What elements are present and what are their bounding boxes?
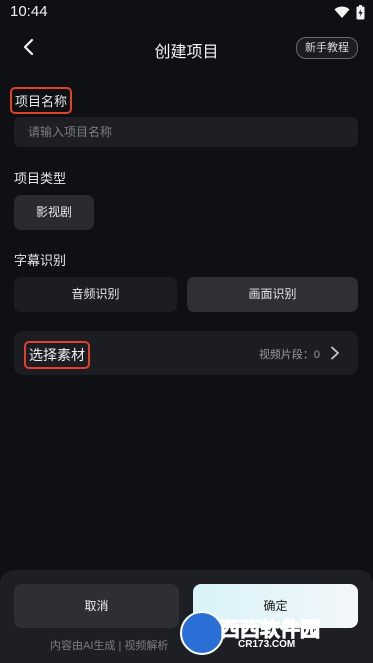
project-name-input[interactable] bbox=[14, 117, 358, 147]
visual-recognition-option[interactable]: 画面识别 bbox=[187, 277, 358, 312]
wifi-icon bbox=[334, 6, 350, 18]
battery-icon bbox=[356, 5, 365, 20]
project-name-label: 项目名称 bbox=[9, 87, 73, 114]
project-type-option[interactable]: 影视剧 bbox=[14, 195, 94, 230]
watermark-circle-icon bbox=[180, 611, 224, 655]
tutorial-button[interactable]: 新手教程 bbox=[296, 37, 358, 59]
status-icons bbox=[334, 5, 365, 20]
watermark-logo: 西西软件园 CR173.COM bbox=[180, 609, 360, 657]
status-bar: 10:44 bbox=[0, 0, 373, 26]
select-material-title: 选择素材 bbox=[24, 341, 90, 369]
header: 创建项目 新手教程 bbox=[0, 30, 373, 66]
chevron-right-icon bbox=[331, 346, 339, 360]
subtitle-recognition-label: 字幕识别 bbox=[14, 253, 67, 268]
watermark-text: 西西软件园 bbox=[220, 619, 321, 642]
status-time: 10:44 bbox=[10, 3, 48, 20]
video-clip-count: 视频片段：0 bbox=[258, 349, 320, 361]
ai-disclaimer: 内容由AI生成 | 视频解析 bbox=[50, 640, 169, 652]
project-type-label: 项目类型 bbox=[14, 171, 67, 186]
cancel-button[interactable]: 取消 bbox=[14, 584, 179, 628]
select-material-row[interactable]: 选择素材 视频片段：0 bbox=[14, 331, 358, 375]
watermark-subtext: CR173.COM bbox=[238, 639, 296, 650]
audio-recognition-option[interactable]: 音频识别 bbox=[14, 277, 177, 312]
